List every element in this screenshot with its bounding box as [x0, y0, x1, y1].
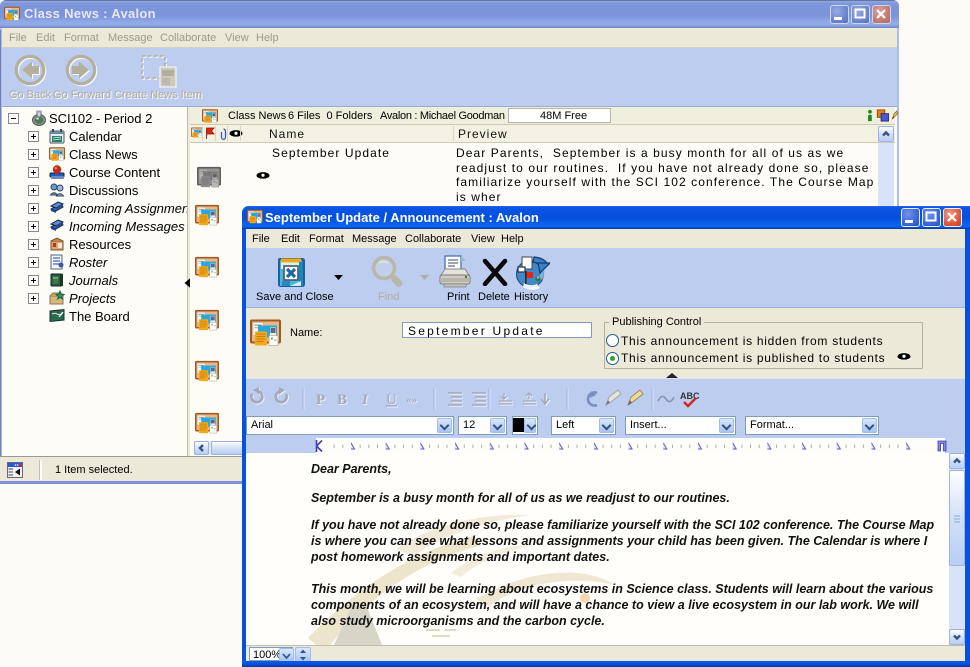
svg-text:ABC: ABC — [680, 391, 700, 401]
